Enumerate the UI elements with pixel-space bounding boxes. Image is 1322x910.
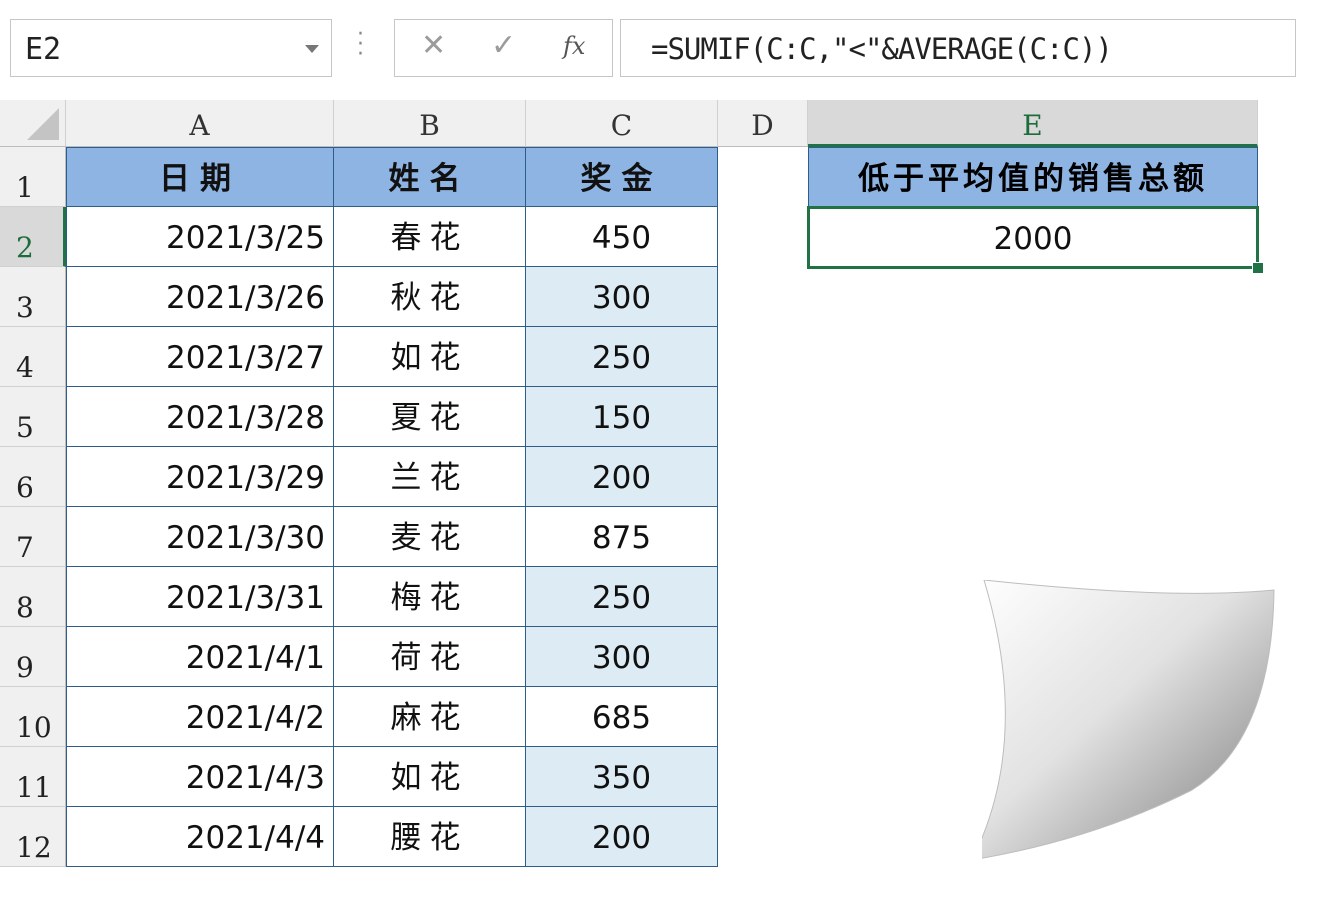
- row-number: 9: [16, 651, 34, 684]
- row-header-8[interactable]: 8: [0, 567, 66, 627]
- column-header-d[interactable]: D: [718, 100, 808, 147]
- table-cell-amount[interactable]: 350: [526, 747, 718, 807]
- table-cell-name[interactable]: 如花: [334, 327, 526, 387]
- row-header-7[interactable]: 7: [0, 507, 66, 567]
- more-options-icon[interactable]: · · ·: [357, 24, 364, 66]
- table-header-date[interactable]: 日期: [66, 147, 334, 207]
- table-cell-name[interactable]: 麦花: [334, 507, 526, 567]
- row-number: 4: [16, 351, 34, 384]
- table-cell-name[interactable]: 荷花: [334, 627, 526, 687]
- result-header-cell[interactable]: 低于平均值的销售总额: [808, 147, 1258, 207]
- row-header-11[interactable]: 11: [0, 747, 66, 807]
- row-header-6[interactable]: 6: [0, 447, 66, 507]
- table-cell-amount[interactable]: 300: [526, 267, 718, 327]
- table-cell-date[interactable]: 2021/3/29: [66, 447, 334, 507]
- column-header-e[interactable]: E: [808, 100, 1258, 147]
- table-cell-date[interactable]: 2021/4/4: [66, 807, 334, 867]
- select-all-button[interactable]: [0, 100, 66, 147]
- table-cell-date[interactable]: 2021/3/27: [66, 327, 334, 387]
- row-number: 2: [16, 231, 34, 264]
- chevron-down-icon[interactable]: [305, 45, 319, 53]
- name-box-value: E2: [25, 32, 62, 67]
- row-header-9[interactable]: 9: [0, 627, 66, 687]
- result-value-cell[interactable]: 2000: [807, 206, 1259, 269]
- formula-bar-area: E2 · · · ✕ ✓ fx =SUMIF(C:C,"<"&AVERAGE(C:C…: [0, 0, 1300, 96]
- page-curl-decoration: [982, 580, 1322, 910]
- table-cell-amount[interactable]: 150: [526, 387, 718, 447]
- select-all-triangle-icon: [27, 108, 59, 140]
- table-cell-name[interactable]: 秋花: [334, 267, 526, 327]
- table-cell-amount[interactable]: 250: [526, 327, 718, 387]
- enter-icon[interactable]: ✓: [491, 28, 516, 63]
- table-cell-date[interactable]: 2021/4/3: [66, 747, 334, 807]
- table-cell-name[interactable]: 夏花: [334, 387, 526, 447]
- table-cell-name[interactable]: 麻花: [334, 687, 526, 747]
- table-cell-name[interactable]: 梅花: [334, 567, 526, 627]
- row-header-12[interactable]: 12: [0, 807, 66, 867]
- formula-buttons: ✕ ✓ fx: [394, 19, 613, 77]
- table-cell-amount[interactable]: 685: [526, 687, 718, 747]
- table-cell-date[interactable]: 2021/3/31: [66, 567, 334, 627]
- formula-text: =SUMIF(C:C,"<"&AVERAGE(C:C)): [651, 32, 1113, 66]
- formula-input[interactable]: =SUMIF(C:C,"<"&AVERAGE(C:C)): [620, 19, 1296, 77]
- row-number: 1: [16, 171, 34, 204]
- row-header-1[interactable]: 1: [0, 147, 66, 207]
- row-number: 6: [16, 471, 34, 504]
- table-cell-amount[interactable]: 200: [526, 447, 718, 507]
- name-box[interactable]: E2: [10, 19, 332, 77]
- column-header-a[interactable]: A: [66, 100, 334, 147]
- fill-handle[interactable]: [1252, 262, 1264, 274]
- spreadsheet-page: E2 · · · ✕ ✓ fx =SUMIF(C:C,"<"&AVERAGE(C:C…: [0, 0, 1322, 910]
- table-cell-amount[interactable]: 250: [526, 567, 718, 627]
- row-header-3[interactable]: 3: [0, 267, 66, 327]
- table-cell-date[interactable]: 2021/3/25: [66, 207, 334, 267]
- column-header-c[interactable]: C: [526, 100, 718, 147]
- row-number: 8: [16, 591, 34, 624]
- row-header-5[interactable]: 5: [0, 387, 66, 447]
- table-header-amount[interactable]: 奖金: [526, 147, 718, 207]
- row-header-10[interactable]: 10: [0, 687, 66, 747]
- table-cell-date[interactable]: 2021/3/30: [66, 507, 334, 567]
- table-header-name[interactable]: 姓名: [334, 147, 526, 207]
- table-cell-name[interactable]: 兰花: [334, 447, 526, 507]
- table-cell-name[interactable]: 春花: [334, 207, 526, 267]
- table-cell-amount[interactable]: 450: [526, 207, 718, 267]
- row-number: 5: [16, 411, 34, 444]
- table-cell-amount[interactable]: 300: [526, 627, 718, 687]
- table-cell-date[interactable]: 2021/4/2: [66, 687, 334, 747]
- table-cell-name[interactable]: 如花: [334, 747, 526, 807]
- table-cell-amount[interactable]: 875: [526, 507, 718, 567]
- row-number: 3: [16, 291, 34, 324]
- row-number: 11: [16, 771, 52, 804]
- table-cell-amount[interactable]: 200: [526, 807, 718, 867]
- row-number: 10: [16, 711, 52, 744]
- row-header-2[interactable]: 2: [0, 207, 66, 267]
- table-cell-date[interactable]: 2021/3/26: [66, 267, 334, 327]
- table-cell-date[interactable]: 2021/3/28: [66, 387, 334, 447]
- table-cell-name[interactable]: 腰花: [334, 807, 526, 867]
- column-header-b[interactable]: B: [334, 100, 526, 147]
- cancel-icon[interactable]: ✕: [421, 28, 446, 63]
- row-number: 7: [16, 531, 34, 564]
- row-header-4[interactable]: 4: [0, 327, 66, 387]
- insert-function-icon[interactable]: fx: [563, 32, 585, 60]
- table-cell-date[interactable]: 2021/4/1: [66, 627, 334, 687]
- row-number: 12: [16, 831, 52, 864]
